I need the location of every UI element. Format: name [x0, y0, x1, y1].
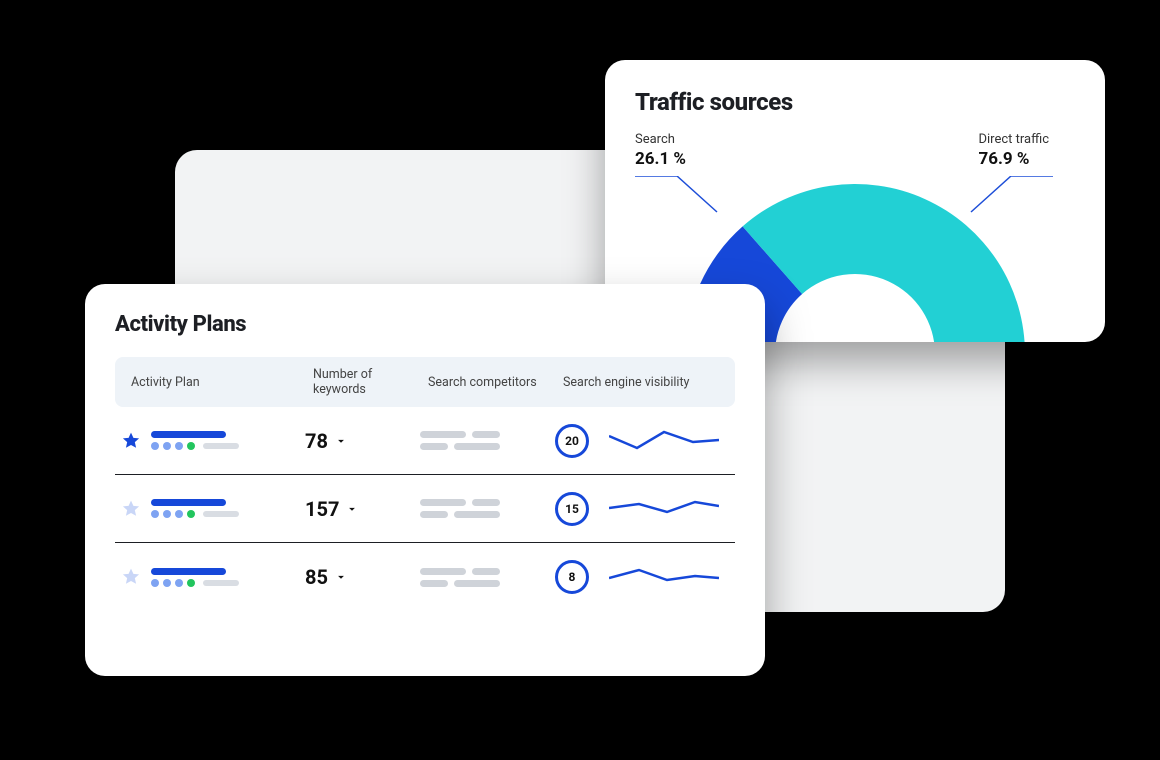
traffic-label-search-value: 26.1 % — [635, 149, 686, 169]
col-header-competitors: Search competitors — [428, 375, 563, 390]
plan-name-placeholder — [151, 568, 239, 587]
table-row[interactable]: 85 8 — [115, 543, 735, 611]
star-icon[interactable] — [121, 567, 141, 587]
visibility-value: 15 — [565, 502, 579, 516]
plans-table-header: Activity Plan Number of keywords Search … — [115, 357, 735, 407]
visibility-badge: 8 — [555, 560, 589, 594]
traffic-label-search: Search 26.1 % — [635, 132, 686, 169]
col-header-keywords: Number of keywords — [313, 367, 428, 397]
chevron-down-icon — [334, 570, 348, 584]
chevron-down-icon — [345, 502, 359, 516]
traffic-label-direct: Direct traffic 76.9 % — [978, 132, 1049, 169]
keywords-value: 78 — [305, 429, 328, 453]
keywords-value: 85 — [305, 565, 328, 589]
sparkline — [609, 562, 719, 592]
sparkline — [609, 494, 719, 524]
col-header-visibility: Search engine visibility — [563, 375, 727, 390]
chevron-down-icon — [334, 434, 348, 448]
gauge-slice-direct — [743, 184, 1025, 342]
keywords-expander[interactable]: 157 — [305, 497, 420, 521]
col-header-plan: Activity Plan — [123, 375, 313, 390]
visibility-badge: 20 — [555, 424, 589, 458]
traffic-label-direct-value: 76.9 % — [978, 149, 1049, 169]
star-icon[interactable] — [121, 499, 141, 519]
traffic-label-search-name: Search — [635, 132, 675, 147]
table-row[interactable]: 157 15 — [115, 475, 735, 543]
keywords-value: 157 — [305, 497, 339, 521]
traffic-sources-title: Traffic sources — [635, 88, 1075, 116]
plan-name-placeholder — [151, 431, 239, 450]
visibility-badge: 15 — [555, 492, 589, 526]
keywords-expander[interactable]: 78 — [305, 429, 420, 453]
visibility-value: 8 — [569, 570, 576, 584]
plan-name-placeholder — [151, 499, 239, 518]
activity-plans-title: Activity Plans — [115, 312, 735, 337]
competitors-placeholder — [420, 431, 555, 450]
activity-plans-card: Activity Plans Activity Plan Number of k… — [85, 284, 765, 676]
visibility-value: 20 — [565, 434, 579, 448]
competitors-placeholder — [420, 499, 555, 518]
competitors-placeholder — [420, 568, 555, 587]
sparkline — [609, 426, 719, 456]
star-icon[interactable] — [121, 431, 141, 451]
table-row[interactable]: 78 20 — [115, 407, 735, 475]
traffic-label-direct-name: Direct traffic — [978, 132, 1049, 147]
keywords-expander[interactable]: 85 — [305, 565, 420, 589]
